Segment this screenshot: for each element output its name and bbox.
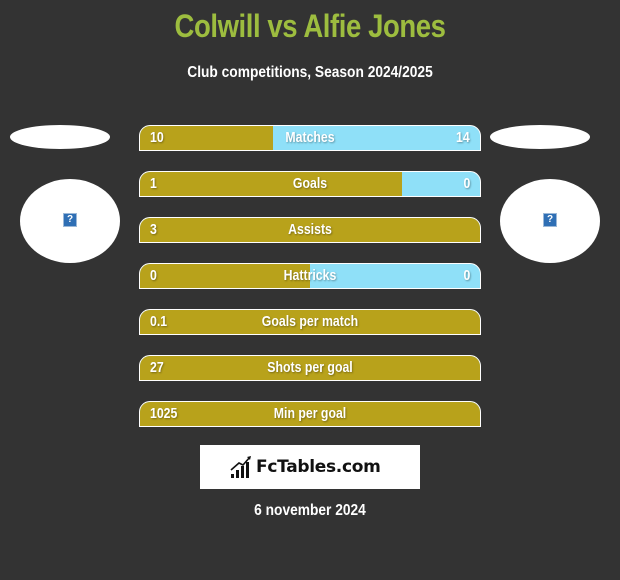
- report-date: 6 november 2024: [254, 502, 366, 519]
- stat-row-min-per-goal: 1025 Min per goal: [139, 401, 481, 427]
- stat-label: Goals per match: [261, 313, 359, 330]
- right-player-name-badge: [490, 125, 590, 149]
- stat-row-matches: 10 Matches 14: [139, 125, 481, 151]
- image-placeholder-icon: ?: [543, 213, 557, 227]
- stat-label: Assists: [288, 221, 332, 238]
- right-player-avatar[interactable]: ?: [500, 179, 600, 263]
- image-placeholder-icon: ?: [63, 213, 77, 227]
- right-player-value: 14: [456, 129, 470, 146]
- stat-label: Shots per goal: [267, 359, 353, 376]
- page-title: Colwill vs Alfie Jones: [174, 8, 446, 44]
- left-player-avatar[interactable]: ?: [20, 179, 120, 263]
- left-player-value: 27: [150, 359, 164, 376]
- stat-label: Min per goal: [273, 405, 347, 422]
- left-player-value: 3: [150, 221, 157, 238]
- right-player-value: 0: [463, 267, 470, 284]
- stat-row-assists: 3 Assists: [139, 217, 481, 243]
- left-player-value: 0: [150, 267, 157, 284]
- left-player-value: 0.1: [150, 313, 168, 330]
- right-player-value: 0: [463, 175, 470, 192]
- competition-subtitle: Club competitions, Season 2024/2025: [187, 64, 433, 81]
- stat-row-goals-per-match: 0.1 Goals per match: [139, 309, 481, 335]
- logo-text: FcTables.com: [256, 457, 381, 477]
- stat-row-goals: 1 Goals 0: [139, 171, 481, 197]
- left-player-value: 10: [150, 129, 164, 146]
- left-player-value: 1: [150, 175, 157, 192]
- stat-label: Matches: [285, 129, 335, 146]
- stat-row-hattricks: 0 Hattricks 0: [139, 263, 481, 289]
- bar-chart-icon: [230, 456, 251, 478]
- fctables-logo[interactable]: FcTables.com: [200, 445, 420, 489]
- left-player-name-badge: [10, 125, 110, 149]
- stat-label: Hattricks: [283, 267, 337, 284]
- stat-row-shots-per-goal: 27 Shots per goal: [139, 355, 481, 381]
- stat-label: Goals: [292, 175, 328, 192]
